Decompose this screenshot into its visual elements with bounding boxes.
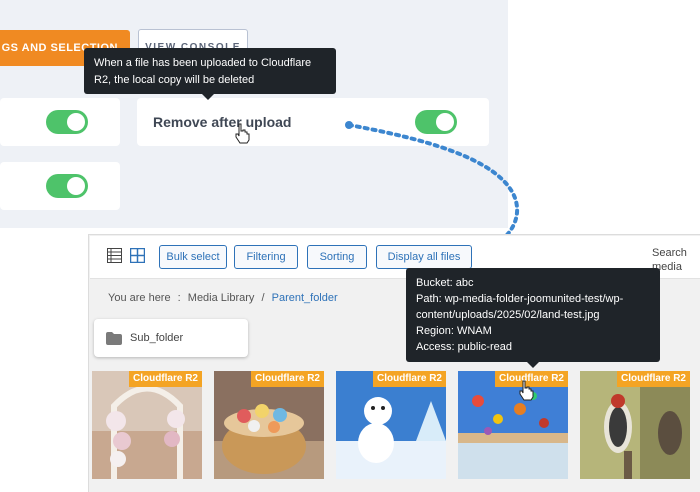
filtering-button[interactable]: Filtering xyxy=(234,245,298,269)
media-thumbnail[interactable]: Cloudflare R2 xyxy=(214,371,324,479)
bulk-select-button[interactable]: Bulk select xyxy=(159,245,227,269)
cloudflare-r2-badge: Cloudflare R2 xyxy=(616,371,690,387)
setting-card-left-1 xyxy=(0,98,120,146)
cloudflare-r2-badge: Cloudflare R2 xyxy=(372,371,446,387)
list-view-icon[interactable] xyxy=(107,248,122,263)
cloudflare-r2-badge: Cloudflare R2 xyxy=(250,371,324,387)
folder-icon xyxy=(106,331,122,345)
thumbnail-image xyxy=(92,371,202,479)
thumbnail-image xyxy=(458,371,568,479)
thumbnail-image xyxy=(336,371,446,479)
media-thumbnail[interactable]: Cloudflare R2 xyxy=(580,371,690,479)
thumbnail-image xyxy=(580,371,690,479)
remove-after-upload-label: Remove after upload xyxy=(153,114,292,130)
info-region: Region: WNAM xyxy=(416,325,492,337)
tooltip-text: When a file has been uploaded to Cloudfl… xyxy=(94,57,312,86)
info-path-line2: content/uploads/2025/02/land-test.jpg xyxy=(416,309,600,321)
media-thumbnail[interactable]: Cloudflare R2 xyxy=(458,371,568,479)
breadcrumb: You are here : Media Library / Parent_fo… xyxy=(108,292,338,304)
breadcrumb-separator: : xyxy=(177,292,181,304)
tooltip-arrow xyxy=(527,362,539,368)
info-bucket: Bucket: abc xyxy=(416,277,474,289)
remove-after-upload-tooltip: When a file has been uploaded to Cloudfl… xyxy=(84,48,336,100)
cloudflare-r2-badge: Cloudflare R2 xyxy=(128,371,202,387)
setting-toggle-2[interactable] xyxy=(46,174,88,198)
sorting-button[interactable]: Sorting xyxy=(307,245,367,269)
thumbnail-image xyxy=(214,371,324,479)
subfolder-name: Sub_folder xyxy=(130,332,184,344)
breadcrumb-current[interactable]: Parent_folder xyxy=(272,292,338,304)
tooltip-arrow xyxy=(202,94,214,100)
file-info-tooltip: Bucket: abc Path: wp-media-folder-joomun… xyxy=(406,268,660,368)
breadcrumb-root[interactable]: Media Library xyxy=(188,292,255,304)
hand-cursor-icon xyxy=(235,123,250,144)
hand-cursor-icon xyxy=(519,380,534,401)
breadcrumb-separator-slash: / xyxy=(261,292,265,304)
setting-card-left-2 xyxy=(0,162,120,210)
setting-toggle-1[interactable] xyxy=(46,110,88,134)
subfolder-item[interactable]: Sub_folder xyxy=(94,319,248,357)
grid-view-icon[interactable] xyxy=(130,248,145,263)
media-thumbnail[interactable]: Cloudflare R2 xyxy=(336,371,446,479)
display-all-files-button[interactable]: Display all files xyxy=(376,245,472,269)
info-path-line1: Path: wp-media-folder-joomunited-test/wp… xyxy=(416,293,624,305)
breadcrumb-prefix: You are here xyxy=(108,292,171,304)
info-access: Access: public-read xyxy=(416,341,512,353)
media-thumbnail[interactable]: Cloudflare R2 xyxy=(92,371,202,479)
